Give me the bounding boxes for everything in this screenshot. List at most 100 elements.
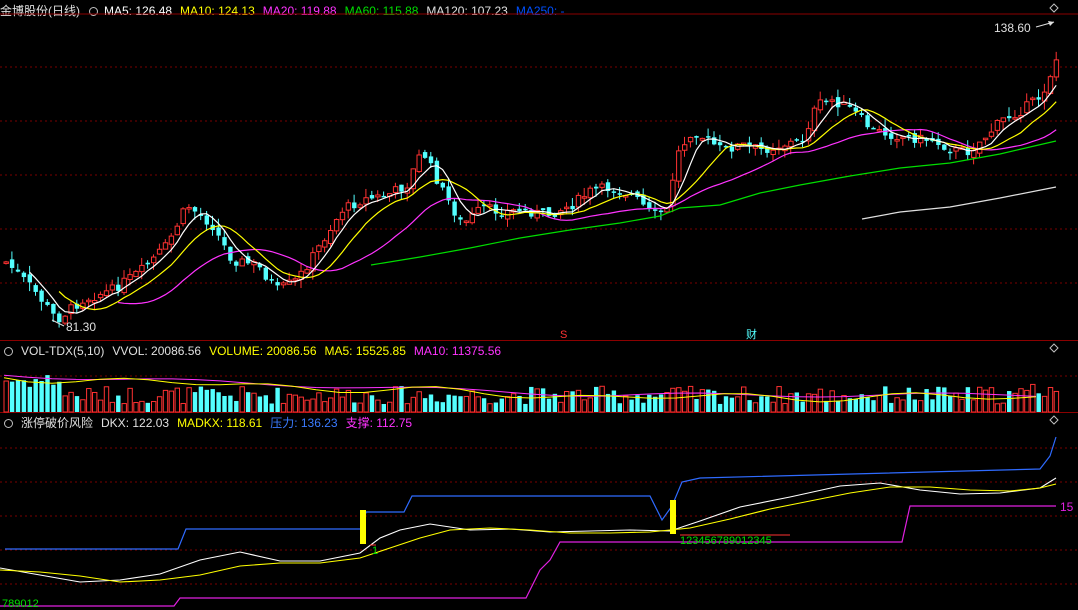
volume-bar	[918, 400, 924, 413]
volume-bar	[765, 396, 770, 412]
volume-bar	[717, 403, 723, 412]
volume-bar	[357, 402, 363, 413]
candle-body	[487, 204, 493, 207]
volume-bar	[263, 395, 268, 412]
volume-bar	[210, 389, 215, 412]
candle-body	[345, 202, 352, 211]
pressure-line	[5, 436, 1057, 550]
volume-bar	[924, 389, 929, 412]
volume-bar	[257, 396, 263, 412]
volume-bar	[97, 399, 104, 413]
candle-body	[103, 290, 110, 297]
volume-bar	[304, 399, 310, 413]
candle-body	[33, 285, 38, 292]
candle-body	[116, 284, 121, 291]
candle-body	[174, 225, 181, 236]
volume-bar	[664, 392, 670, 413]
volume-bar	[741, 386, 747, 413]
volume-bar	[687, 385, 694, 413]
support-line	[0, 505, 1056, 607]
volume-bar	[558, 401, 564, 413]
candle-body	[322, 240, 328, 248]
candle-body	[381, 195, 386, 198]
volume-bar	[959, 398, 965, 413]
candle-body	[1007, 116, 1012, 119]
candle-body	[162, 242, 169, 250]
candle-body	[617, 193, 622, 195]
candle-body	[458, 217, 463, 220]
volume-bar	[611, 390, 617, 412]
candle-body	[581, 196, 588, 199]
volume-bar	[883, 386, 888, 412]
volume-bar	[759, 396, 764, 412]
volume-bar	[517, 395, 522, 412]
volume-bar	[204, 389, 209, 412]
candle-body	[328, 229, 334, 245]
volume-bar	[824, 400, 829, 412]
volume-bar	[51, 384, 56, 412]
candle-body	[965, 147, 971, 156]
event-marker-s[interactable]: S	[560, 329, 567, 341]
candle-body	[847, 104, 853, 107]
volume-bar	[57, 381, 62, 412]
volume-bar	[900, 399, 906, 413]
volume-bar	[977, 386, 983, 413]
candle-body	[1012, 117, 1018, 120]
volume-bar	[505, 396, 511, 413]
candle-body	[3, 261, 9, 264]
volume-bar	[653, 396, 658, 412]
candle-body	[994, 120, 1001, 131]
candle-body	[127, 274, 133, 280]
chart-canvas[interactable]: 138.60 81.30 S 财 1 123456789012345 78901…	[0, 0, 1078, 610]
candle-body	[168, 235, 175, 245]
volume-bar	[510, 393, 517, 413]
volume-bar	[239, 386, 245, 413]
event-marker-finance[interactable]: 财	[746, 327, 757, 341]
candle-body	[352, 202, 357, 209]
candle-body	[363, 197, 369, 205]
volume-bar	[416, 391, 422, 413]
candle-body	[835, 97, 841, 108]
candle-body	[817, 99, 824, 111]
candle-body	[1053, 59, 1060, 78]
candle-body	[45, 302, 50, 305]
candle-body	[156, 248, 163, 255]
signal-bar	[670, 500, 676, 534]
volume-bar	[286, 393, 293, 413]
volume-bar	[1000, 402, 1006, 413]
volume-bar	[1012, 392, 1018, 413]
candle-body	[587, 187, 593, 199]
volume-bar	[352, 402, 357, 412]
candle-body	[399, 184, 404, 192]
ma5-line	[29, 84, 1057, 314]
candle-body	[1030, 97, 1036, 101]
diamond-icon[interactable]	[1049, 415, 1059, 425]
candle-body	[333, 219, 340, 232]
candle-body	[239, 258, 245, 267]
volume-bar	[15, 380, 21, 412]
volume-bar	[92, 391, 98, 413]
volume-bar	[658, 394, 664, 412]
diamond-icon[interactable]	[1049, 343, 1059, 353]
volume-bar	[994, 403, 1001, 413]
candle-body	[145, 262, 150, 265]
volume-bar	[534, 388, 540, 413]
candle-body	[658, 210, 664, 213]
volume-bar	[345, 389, 352, 413]
volume-bar	[1036, 393, 1041, 412]
volume-bar	[752, 402, 759, 413]
volume-bar	[953, 392, 959, 413]
candle-body	[9, 259, 15, 268]
volume-bar	[794, 392, 799, 412]
candle-body	[894, 139, 900, 142]
volume-bar	[21, 380, 27, 412]
volume-bar	[623, 395, 629, 413]
candle-body	[416, 154, 422, 173]
volume-bar	[493, 402, 499, 412]
candle-body	[280, 282, 287, 286]
signal-bar	[360, 510, 366, 544]
volume-bar	[912, 399, 917, 412]
volume-bar	[469, 390, 476, 413]
diamond-icon[interactable]	[1049, 3, 1059, 13]
candle-body	[824, 100, 829, 103]
